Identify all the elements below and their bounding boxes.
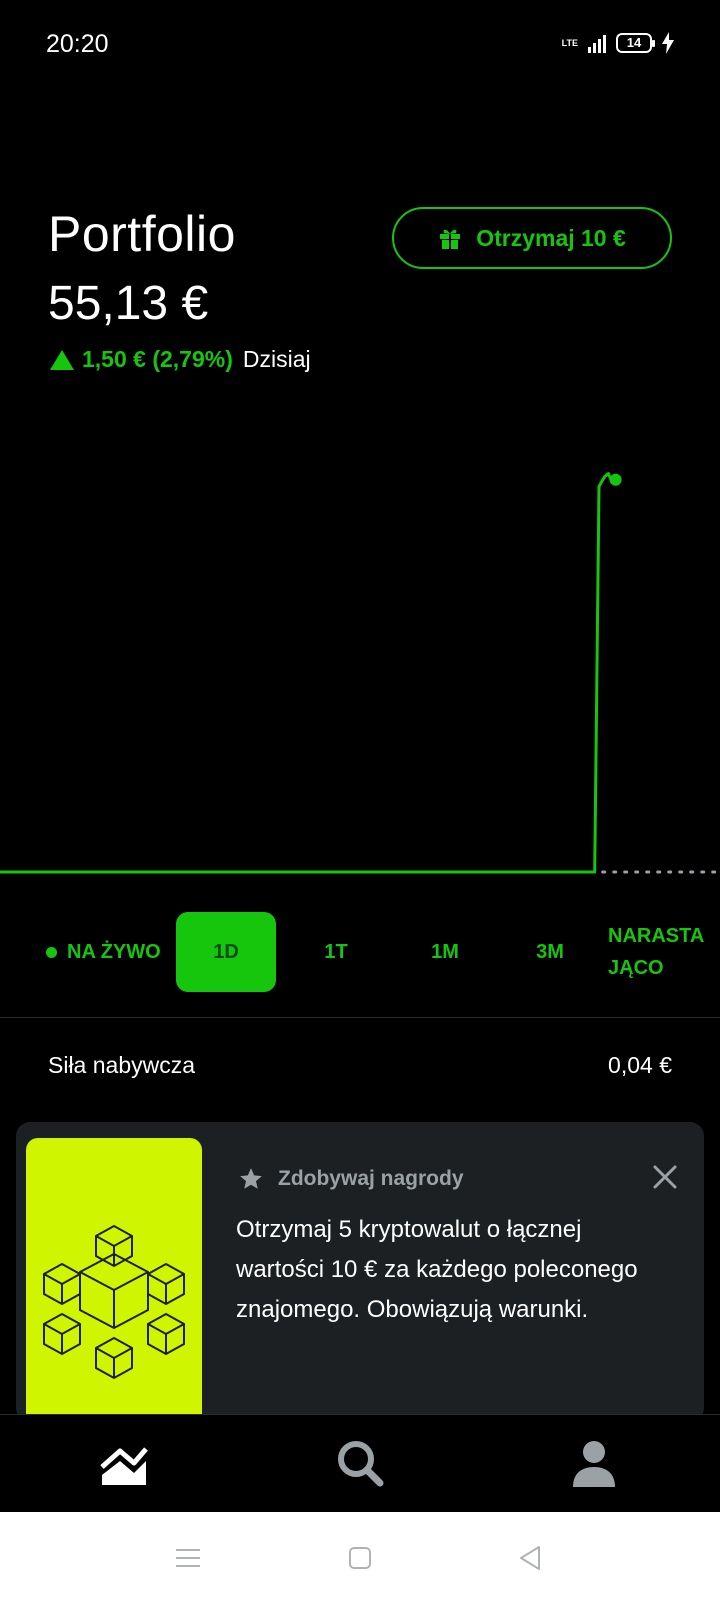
referral-button[interactable]: Otrzymaj 10 € bbox=[392, 207, 672, 269]
nav-search[interactable] bbox=[330, 1433, 390, 1493]
nav-portfolio[interactable] bbox=[94, 1433, 154, 1493]
promo-card[interactable]: Zdobywaj nagrody Otrzymaj 5 kryptowalut … bbox=[16, 1122, 704, 1422]
divider bbox=[0, 1017, 720, 1018]
battery-icon: 14 bbox=[616, 33, 655, 53]
portfolio-icon bbox=[100, 1447, 148, 1485]
chart-current-point bbox=[609, 473, 622, 486]
change-value: 1,50 € (2,79%) bbox=[82, 346, 233, 372]
promo-illustration bbox=[26, 1138, 202, 1422]
buying-power-label: Siła nabywcza bbox=[48, 1052, 196, 1078]
period-cumulative[interactable]: NARASTA JĄCO bbox=[608, 912, 708, 992]
profile-icon bbox=[573, 1441, 615, 1487]
star-icon bbox=[240, 1168, 262, 1189]
charging-icon bbox=[662, 32, 674, 54]
bottom-nav bbox=[0, 1414, 720, 1512]
menu-icon bbox=[176, 1549, 200, 1567]
period-1m[interactable]: 1M bbox=[410, 912, 480, 992]
buying-power-value: 0,04 € bbox=[608, 1052, 672, 1078]
network-icon: LTE bbox=[562, 38, 578, 48]
promo-heading: Zdobywaj nagrody bbox=[238, 1166, 464, 1192]
back-triangle-icon bbox=[520, 1546, 540, 1570]
nav-profile[interactable] bbox=[564, 1433, 624, 1493]
close-icon[interactable] bbox=[650, 1162, 680, 1192]
home-button[interactable] bbox=[340, 1538, 380, 1578]
page-title: Portfolio bbox=[48, 206, 236, 262]
live-dot-icon bbox=[46, 946, 57, 958]
crypto-cubes-icon bbox=[43, 1224, 185, 1380]
portfolio-value: 55,13 € bbox=[48, 277, 209, 330]
up-arrow-icon bbox=[50, 349, 74, 370]
screen: 20:20 LTE 14 Portfolio 55,13 € 1,50 € (2… bbox=[0, 0, 720, 1600]
network-type: LTE bbox=[561, 38, 578, 48]
chart-series-line bbox=[0, 472, 617, 874]
period-1t[interactable]: 1T bbox=[306, 912, 366, 992]
period-1d[interactable]: 1D bbox=[176, 912, 276, 992]
signal-icon bbox=[588, 33, 606, 53]
status-bar: 20:20 LTE 14 bbox=[0, 0, 720, 88]
back-button[interactable] bbox=[510, 1538, 550, 1578]
promo-heading-label: Zdobywaj nagrody bbox=[278, 1167, 464, 1190]
period-live-label: NA ŻYWO bbox=[67, 940, 161, 963]
system-nav-bar bbox=[0, 1512, 720, 1600]
buying-power-row: Siła nabywcza 0,04 € bbox=[48, 1052, 672, 1079]
referral-button-label: Otrzymaj 10 € bbox=[476, 224, 626, 251]
promo-text: Otrzymaj 5 kryptowalut o łącznej wartośc… bbox=[236, 1216, 638, 1323]
gift-icon bbox=[440, 229, 461, 249]
period-3m[interactable]: 3M bbox=[520, 912, 580, 992]
portfolio-chart[interactable] bbox=[0, 440, 720, 900]
battery-level: 14 bbox=[626, 35, 642, 50]
search-icon bbox=[338, 1441, 384, 1487]
change-period: Dzisiaj bbox=[242, 346, 311, 372]
recent-apps-button[interactable] bbox=[168, 1538, 208, 1578]
period-live[interactable]: NA ŻYWO bbox=[46, 912, 161, 992]
status-time: 20:20 bbox=[46, 30, 109, 58]
status-icons: LTE 14 bbox=[562, 32, 674, 54]
daily-change: 1,50 € (2,79%) Dzisiaj bbox=[50, 346, 311, 373]
home-square-icon bbox=[349, 1547, 371, 1569]
period-selector: NA ŻYWO 1D 1T 1M 3M NARASTA JĄCO bbox=[0, 912, 720, 992]
